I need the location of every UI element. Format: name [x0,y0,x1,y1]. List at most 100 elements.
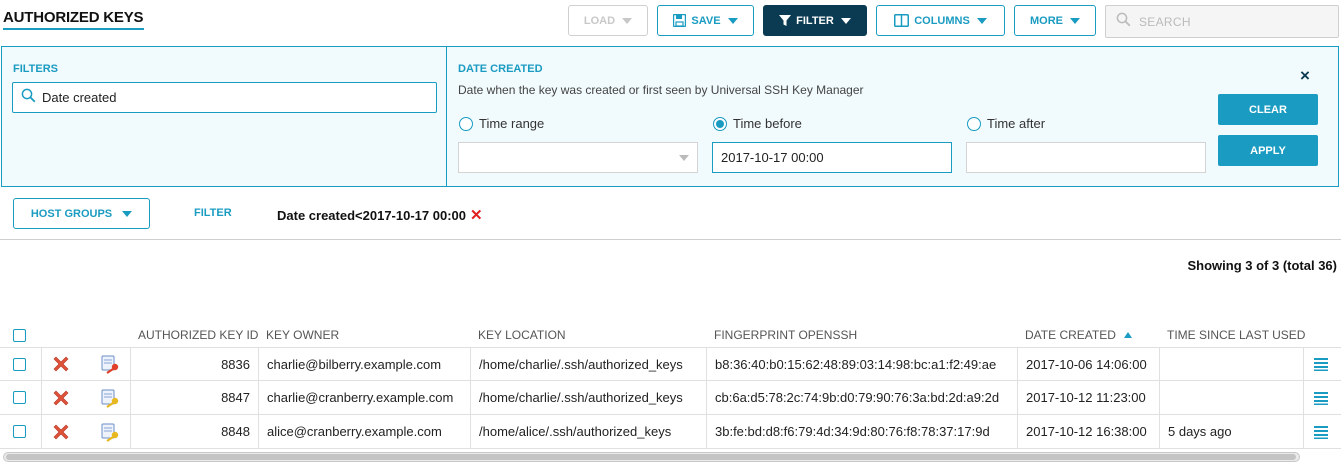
delete-icon[interactable] [51,354,71,374]
row-checkbox[interactable] [13,425,26,438]
key-icon-cell [90,415,130,448]
save-label: SAVE [691,14,721,27]
row-select-cell [0,348,41,380]
radio-time-after[interactable]: Time after [967,116,1045,131]
active-filter-text: Date created<2017-10-17 00:00 [277,207,466,223]
last-used-cell [1159,381,1303,414]
fingerprint-cell: b8:36:40:b0:15:62:48:89:03:14:98:bc:a1:f… [706,348,1017,380]
last-used-cell [1159,348,1303,380]
key-yellow-icon[interactable] [100,422,122,442]
divider [0,239,1341,240]
search-input[interactable] [1139,14,1319,29]
floppy-disk-icon [673,14,687,27]
row-menu-cell [1303,381,1341,414]
active-filter-chip: Date created<2017-10-17 00:00 ✕ [277,206,483,224]
key-owner-cell: charlie@cranberry.example.com [258,381,470,414]
clear-button[interactable]: CLEAR [1218,94,1318,125]
time-before-value: 2017-10-17 00:00 [721,150,824,165]
column-header-id[interactable]: AUTHORIZED KEY ID [138,328,258,342]
load-button[interactable]: LOAD [568,5,648,36]
filter-label: FILTER [796,14,834,27]
date-created-cell: 2017-10-12 11:23:00 [1017,381,1159,414]
fingerprint-cell: 3b:fe:bd:d8:f6:79:4d:34:9d:80:76:f8:78:3… [706,415,1017,448]
row-checkbox[interactable] [13,357,26,371]
radio-label: Time before [733,116,802,131]
row-menu-cell [1303,348,1341,380]
key-icon-cell [90,381,130,414]
key-owner-cell: charlie@bilberry.example.com [258,348,470,380]
delete-cell [41,381,90,414]
row-select-cell [0,381,41,414]
table-row[interactable]: 8836 charlie@bilberry.example.com /home/… [0,347,1341,381]
radio-time-range[interactable]: Time range [459,116,544,131]
date-created-description: Date when the key was created or first s… [458,83,864,97]
column-header-fingerprint[interactable]: FINGERPRINT OPENSSH [714,328,857,342]
row-select-cell [0,415,41,448]
host-groups-label: HOST GROUPS [30,207,113,220]
close-icon[interactable]: × [1300,66,1310,86]
chevron-down-icon [976,17,987,24]
key-yellow-icon[interactable] [100,388,122,408]
key-icon-cell [90,348,130,380]
radio-time-before[interactable]: Time before [713,116,802,131]
row-menu-icon[interactable] [1314,425,1328,439]
row-menu-icon[interactable] [1314,357,1328,371]
load-label: LOAD [583,14,616,27]
filter-button[interactable]: FILTER [763,5,867,36]
radio-button[interactable] [713,116,727,131]
key-owner-cell: alice@cranberry.example.com [258,415,470,448]
sort-ascending-icon [1123,332,1132,338]
filter-link[interactable]: FILTER [194,207,232,219]
key-location-cell: /home/charlie/.ssh/authorized_keys [470,348,706,380]
key-id-cell: 8848 [130,415,258,448]
delete-cell [41,415,90,448]
filter-panel-divider [446,46,447,187]
funnel-icon [779,14,792,27]
table-row[interactable]: 8847 charlie@cranberry.example.com /home… [0,381,1341,415]
remove-filter-icon[interactable]: ✕ [470,206,483,224]
apply-button[interactable]: APPLY [1218,135,1318,166]
more-label: MORE [1030,14,1063,27]
table-row[interactable]: 8848 alice@cranberry.example.com /home/a… [0,415,1341,449]
radio-button[interactable] [459,116,473,131]
more-button[interactable]: MORE [1014,5,1096,36]
key-red-icon[interactable] [100,354,122,374]
delete-cell [41,348,90,380]
key-id-cell: 8847 [130,381,258,414]
results-count: Showing 3 of 3 (total 36) [1187,258,1337,273]
scrollbar-thumb[interactable] [6,454,1296,460]
columns-icon [894,14,910,27]
key-location-cell: /home/alice/.ssh/authorized_keys [470,415,706,448]
filters-heading: FILTERS [13,63,59,75]
column-header-owner[interactable]: KEY OWNER [266,328,339,342]
delete-icon[interactable] [51,388,71,408]
delete-icon[interactable] [51,422,71,442]
search-icon [21,88,36,108]
page-title: AUTHORIZED KEYS [3,9,144,26]
time-before-input[interactable]: 2017-10-17 00:00 [712,142,952,173]
column-header-date-created-label: DATE CREATED [1025,328,1116,342]
column-header-date-created[interactable]: DATE CREATED [1025,328,1132,342]
chevron-down-icon [840,17,851,24]
horizontal-scrollbar[interactable] [3,452,1300,462]
radio-button[interactable] [967,116,981,131]
chevron-down-icon [679,155,689,161]
time-after-input[interactable] [966,142,1206,173]
select-all-checkbox[interactable] [13,329,26,342]
columns-button[interactable]: COLUMNS [876,5,1005,36]
search-icon [1116,12,1131,32]
date-created-cell: 2017-10-12 16:38:00 [1017,415,1159,448]
columns-label: COLUMNS [914,14,970,27]
fingerprint-cell: cb:6a:d5:78:2c:74:9b:d0:79:90:76:3a:bd:2… [706,381,1017,414]
filters-field[interactable]: Date created [12,82,437,113]
row-menu-icon[interactable] [1314,391,1328,405]
search-box[interactable] [1105,5,1339,38]
chevron-down-icon [1070,17,1080,24]
column-header-last-used[interactable]: TIME SINCE LAST USED [1167,328,1305,342]
save-button[interactable]: SAVE [657,5,754,36]
time-range-select[interactable] [458,142,698,173]
host-groups-button[interactable]: HOST GROUPS [13,198,150,229]
column-header-location[interactable]: KEY LOCATION [478,328,566,342]
row-checkbox[interactable] [13,391,26,404]
radio-label: Time after [987,116,1046,131]
